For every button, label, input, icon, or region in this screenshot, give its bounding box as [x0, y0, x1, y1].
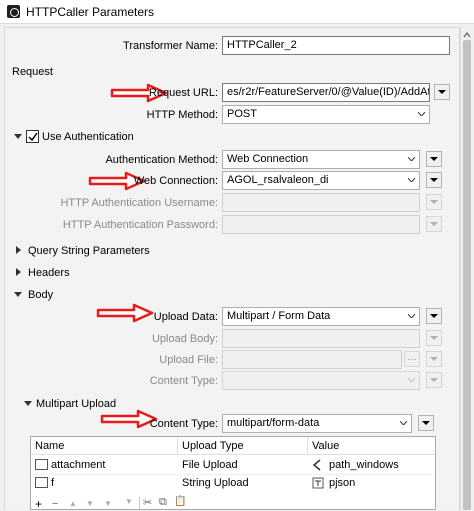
- upload-data-select[interactable]: Multipart / Form Data: [222, 307, 420, 326]
- upload-body-label: Upload Body:: [151, 333, 218, 345]
- app-icon: [7, 5, 20, 18]
- remove-row-button[interactable]: −: [52, 498, 58, 510]
- row-upload-type-cell[interactable]: String Upload: [178, 474, 307, 492]
- multipart-content-type-label: Content Type:: [149, 418, 218, 430]
- auth-method-menu-button[interactable]: [426, 151, 442, 167]
- move-down-button[interactable]: ▼: [86, 499, 94, 508]
- headers-expander-icon[interactable]: [16, 268, 21, 276]
- http-method-value: POST: [227, 108, 257, 120]
- http-auth-password-input[interactable]: [222, 215, 420, 234]
- request-url-label: Request URL:: [148, 87, 218, 99]
- http-auth-username-label: HTTP Authentication Username:: [60, 197, 218, 209]
- query-string-section-header[interactable]: Query String Parameters: [28, 245, 150, 257]
- multipart-expander-icon[interactable]: [24, 401, 32, 406]
- content-type-menu-button[interactable]: [426, 372, 442, 388]
- body-expander-icon[interactable]: [14, 292, 22, 297]
- multipart-content-type-select[interactable]: multipart/form-data: [222, 414, 412, 433]
- web-connection-menu-button[interactable]: [426, 172, 442, 188]
- upload-data-menu-button[interactable]: [426, 308, 442, 324]
- http-auth-username-menu-button[interactable]: [426, 194, 442, 210]
- column-header-upload-type[interactable]: Upload Type: [178, 437, 307, 455]
- chevron-down-icon: [400, 421, 407, 425]
- paste-icon[interactable]: 📋: [174, 496, 186, 507]
- row-value-cell[interactable]: path_windows: [325, 456, 435, 474]
- request-url-input[interactable]: es/r2r/FeatureServer/0/@Value(ID)/AddAtt…: [222, 83, 430, 102]
- query-expander-icon[interactable]: [16, 246, 21, 254]
- copy-icon[interactable]: ⧉: [159, 496, 167, 509]
- multipart-content-type-value: multipart/form-data: [227, 417, 320, 429]
- browse-button[interactable]: ...: [404, 351, 420, 367]
- http-method-select[interactable]: POST: [222, 105, 430, 124]
- move-up-button[interactable]: ▲: [69, 499, 77, 508]
- request-url-menu-button[interactable]: [434, 84, 450, 100]
- headers-section-header[interactable]: Headers: [28, 267, 70, 279]
- window-title: HTTPCaller Parameters: [26, 5, 155, 19]
- upload-body-input[interactable]: [222, 329, 420, 348]
- attribute-icon: [312, 459, 324, 471]
- http-auth-username-input[interactable]: [222, 193, 420, 212]
- upload-data-label: Upload Data:: [153, 311, 218, 323]
- row-name-cell[interactable]: attachment: [47, 456, 177, 474]
- content-type-select[interactable]: [222, 371, 420, 390]
- body-section-header: Body: [28, 289, 54, 301]
- cut-icon[interactable]: ✂: [143, 496, 152, 509]
- upload-data-value: Multipart / Form Data: [227, 310, 331, 322]
- upload-file-label: Upload File:: [159, 354, 218, 366]
- column-header-name[interactable]: Name: [31, 437, 177, 455]
- multipart-content-type-menu-button[interactable]: [418, 415, 434, 431]
- chevron-down-icon: [408, 378, 415, 382]
- move-right-button[interactable]: ▼: [125, 497, 133, 506]
- scroll-up-icon[interactable]: [463, 30, 471, 38]
- upload-body-menu-button[interactable]: [426, 330, 442, 346]
- row-value-cell[interactable]: pjson: [325, 474, 435, 492]
- chevron-down-icon: [408, 178, 415, 182]
- http-method-label: HTTP Method:: [146, 109, 218, 121]
- auth-method-value: Web Connection: [227, 153, 309, 165]
- use-authentication-label: Use Authentication: [42, 131, 134, 143]
- auth-method-select[interactable]: Web Connection: [222, 150, 420, 169]
- toolbar-divider: [139, 497, 140, 509]
- http-auth-password-label: HTTP Authentication Password:: [62, 219, 218, 231]
- request-section-header: Request: [12, 66, 53, 78]
- web-connection-value: AGOL_rsalvaleon_di: [227, 174, 329, 186]
- upload-file-input[interactable]: [222, 350, 402, 369]
- content-type-label: Content Type:: [149, 375, 218, 387]
- scroll-thumb[interactable]: [463, 40, 471, 510]
- upload-file-menu-button[interactable]: [426, 351, 442, 367]
- auth-method-label: Authentication Method:: [105, 154, 218, 166]
- row-name-cell[interactable]: f: [47, 474, 177, 492]
- column-header-value[interactable]: Value: [308, 437, 435, 455]
- chevron-down-icon: [408, 314, 415, 318]
- http-auth-password-menu-button[interactable]: [426, 216, 442, 232]
- add-row-button[interactable]: +: [35, 497, 42, 511]
- auth-expander-icon[interactable]: [14, 134, 22, 139]
- chevron-down-icon: [408, 157, 415, 161]
- row-upload-type-cell[interactable]: File Upload: [178, 456, 307, 474]
- transformer-name-input[interactable]: HTTPCaller_2: [222, 36, 450, 55]
- web-connection-select[interactable]: AGOL_rsalvaleon_di: [222, 171, 420, 190]
- use-authentication-checkbox[interactable]: [26, 130, 39, 143]
- transformer-name-label: Transformer Name:: [123, 40, 218, 52]
- text-icon: [312, 477, 324, 489]
- web-connection-label: Web Connection:: [133, 175, 218, 187]
- move-bottom-button[interactable]: ▼: [104, 499, 112, 508]
- chevron-down-icon: [418, 112, 425, 116]
